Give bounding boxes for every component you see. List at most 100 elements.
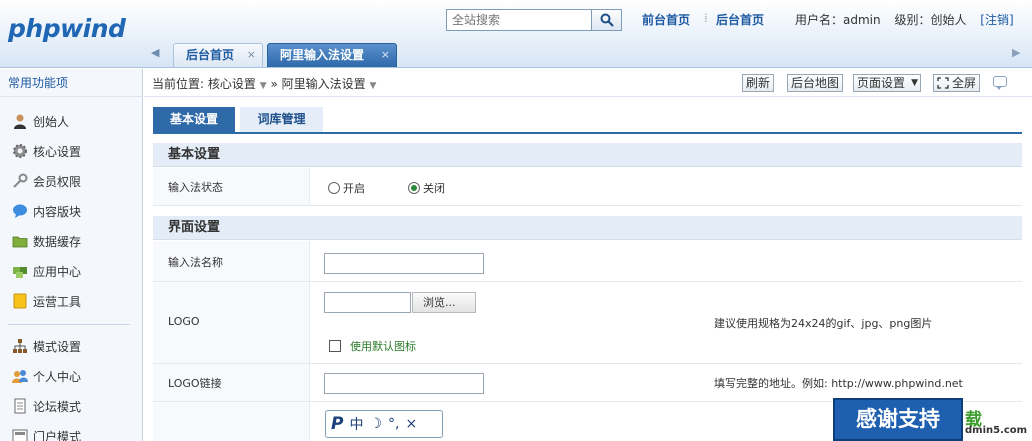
browse-button[interactable]: 浏览... — [412, 292, 476, 313]
ime-chinese-mode[interactable]: 中 — [349, 414, 363, 434]
sidebar-item-label: 创始人 — [33, 114, 70, 129]
row-logo-link: LOGO链接 填写完整的地址。例如: http://www.phpwind.ne… — [153, 364, 1022, 402]
search-button[interactable] — [591, 10, 621, 30]
row-label-cell: LOGO链接 — [153, 364, 310, 401]
logo-label: LOGO — [168, 315, 200, 328]
top-header: phpwind 前台首页 ⁞ 后台首页 用户名：admin 级别：创始人 [注销… — [0, 0, 1032, 68]
close-icon[interactable]: × — [381, 44, 390, 66]
row-label-cell: 输入法状态 — [153, 168, 310, 205]
tab-ali-ime-settings[interactable]: 阿里输入法设置 × — [267, 43, 397, 67]
users-icon — [12, 368, 28, 384]
sidebar-divider — [8, 324, 130, 325]
sidebar-item-mode-settings[interactable]: 模式设置 — [12, 336, 81, 356]
sidebar-item-label: 会员权限 — [33, 174, 82, 189]
folder-icon — [12, 233, 28, 249]
chevron-down-icon: ▼ — [911, 78, 919, 88]
puzzle-icon — [12, 263, 28, 279]
sidebar-item-app-center[interactable]: 应用中心 — [12, 261, 81, 281]
chevron-down-icon[interactable]: ▼ — [369, 81, 376, 91]
tab-underline — [153, 132, 1022, 134]
watermark-sub: dmin5.com — [965, 425, 1028, 436]
admin-sitemap-button[interactable]: 后台地图 — [787, 74, 844, 92]
thanks-banner: 感谢支持 — [833, 398, 963, 441]
tab-scroll-left-icon[interactable]: ◀ — [151, 46, 159, 59]
site-search — [446, 9, 622, 31]
page-settings-label: 页面设置 — [857, 76, 906, 90]
front-home-link[interactable]: 前台首页 — [642, 13, 690, 27]
user-info: 用户名：admin 级别：创始人 [注销] — [795, 11, 1014, 28]
search-icon — [600, 13, 614, 27]
user-level: 级别：创始人 — [894, 13, 967, 27]
row-ime-name: 输入法名称 — [153, 241, 1022, 282]
tab-basic-settings[interactable]: 基本设置 — [153, 107, 235, 132]
radio-on-label[interactable]: 开启 — [343, 180, 365, 196]
sidebar-item-content-boards[interactable]: 内容版块 — [12, 201, 81, 221]
username: 用户名：admin — [795, 13, 881, 27]
row-label-cell — [153, 402, 310, 441]
front-home-link-wrap: 前台首页 — [642, 11, 690, 28]
page-settings-dropdown[interactable]: 页面设置 ▼ — [853, 74, 922, 92]
fullscreen-button[interactable]: 全屏 — [933, 74, 981, 92]
logo-link-input[interactable] — [324, 373, 484, 394]
logo-file-path-input[interactable] — [324, 292, 411, 313]
tab-admin-home[interactable]: 后台首页 × — [173, 43, 263, 67]
sidebar-item-personal-center[interactable]: 个人中心 — [12, 366, 81, 386]
sidebar-item-core-settings[interactable]: 核心设置 — [12, 141, 81, 161]
gear-icon — [12, 143, 28, 159]
header-divider: ⁞ — [704, 11, 708, 25]
use-default-icon-checkbox[interactable] — [329, 340, 341, 352]
breadcrumb: 当前位置: 核心设置 ▼ » 阿里输入法设置 ▼ — [152, 75, 376, 92]
breadcrumb-current[interactable]: 阿里输入法设置 — [282, 77, 366, 91]
sidebar: 常用功能项 创始人 核心设置 会员权限 内容版块 数据缓存 应用中心 运营工具 … — [0, 69, 143, 441]
document-icon — [12, 398, 28, 414]
breadcrumb-prefix: 当前位置: — [152, 77, 205, 91]
sidebar-item-label: 个人中心 — [33, 369, 82, 384]
logout-link[interactable]: [注销] — [980, 13, 1013, 27]
ime-name-label: 输入法名称 — [168, 256, 223, 269]
sidebar-item-label: 数据缓存 — [33, 234, 82, 249]
radio-off-label[interactable]: 关闭 — [423, 180, 445, 196]
close-icon[interactable]: × — [247, 44, 256, 66]
sidebar-item-portal-mode[interactable]: 门户模式 — [12, 426, 81, 441]
sidebar-title: 常用功能项 — [0, 69, 142, 97]
row-label-cell: LOGO — [153, 282, 310, 363]
breadcrumb-core-settings[interactable]: 核心设置 — [208, 77, 256, 91]
sidebar-item-forum-mode[interactable]: 论坛模式 — [12, 396, 81, 416]
admin-home-link[interactable]: 后台首页 — [716, 13, 764, 27]
sidebar-item-member-permissions[interactable]: 会员权限 — [12, 171, 81, 191]
row-ime-status: 输入法状态 开启 关闭 — [153, 168, 1022, 206]
chevron-down-icon[interactable]: ▼ — [260, 81, 267, 91]
tab-scroll-right-icon[interactable]: ▶ — [1012, 46, 1020, 59]
tab-label: 后台首页 — [186, 48, 235, 62]
phpwind-logo[interactable]: phpwind — [8, 14, 126, 43]
fullscreen-icon — [937, 77, 949, 89]
sidebar-item-operations-tools[interactable]: 运营工具 — [12, 291, 81, 311]
breadcrumb-bar: 当前位置: 核心设置 ▼ » 阿里输入法设置 ▼ 刷新 后台地图 页面设置 ▼ … — [144, 69, 1032, 97]
close-icon[interactable]: × — [405, 416, 417, 432]
tab-dictionary-management[interactable]: 词库管理 — [240, 107, 323, 132]
person-icon — [12, 113, 28, 129]
sidebar-item-label: 应用中心 — [33, 264, 82, 279]
fullscreen-label: 全屏 — [952, 76, 977, 90]
sidebar-item-label: 核心设置 — [33, 144, 82, 159]
use-default-icon-label[interactable]: 使用默认图标 — [350, 338, 416, 354]
punctuation-icon[interactable]: °, — [388, 416, 399, 432]
radio-off[interactable] — [408, 182, 420, 194]
admin-home-link-wrap: 后台首页 — [716, 11, 764, 28]
moon-icon[interactable]: ☽ — [369, 416, 382, 432]
section-title-basic: 基本设置 — [153, 143, 1022, 167]
logo-size-hint: 建议使用规格为24x24的gif、jpg、png图片 — [714, 317, 933, 330]
tab-label: 阿里输入法设置 — [280, 48, 365, 62]
portal-icon — [12, 428, 28, 441]
ime-toolbar-preview[interactable]: P 中 ☽ °, × — [325, 410, 443, 438]
sidebar-item-founder[interactable]: 创始人 — [12, 111, 69, 131]
refresh-button[interactable]: 刷新 — [742, 74, 775, 92]
section-title-interface: 界面设置 — [153, 216, 1022, 240]
message-icon[interactable] — [993, 76, 1007, 90]
search-input[interactable] — [447, 10, 593, 30]
ime-name-input[interactable] — [324, 253, 484, 274]
note-icon — [12, 293, 28, 309]
sidebar-item-label: 门户模式 — [33, 429, 82, 441]
sidebar-item-data-cache[interactable]: 数据缓存 — [12, 231, 81, 251]
radio-on[interactable] — [328, 182, 340, 194]
